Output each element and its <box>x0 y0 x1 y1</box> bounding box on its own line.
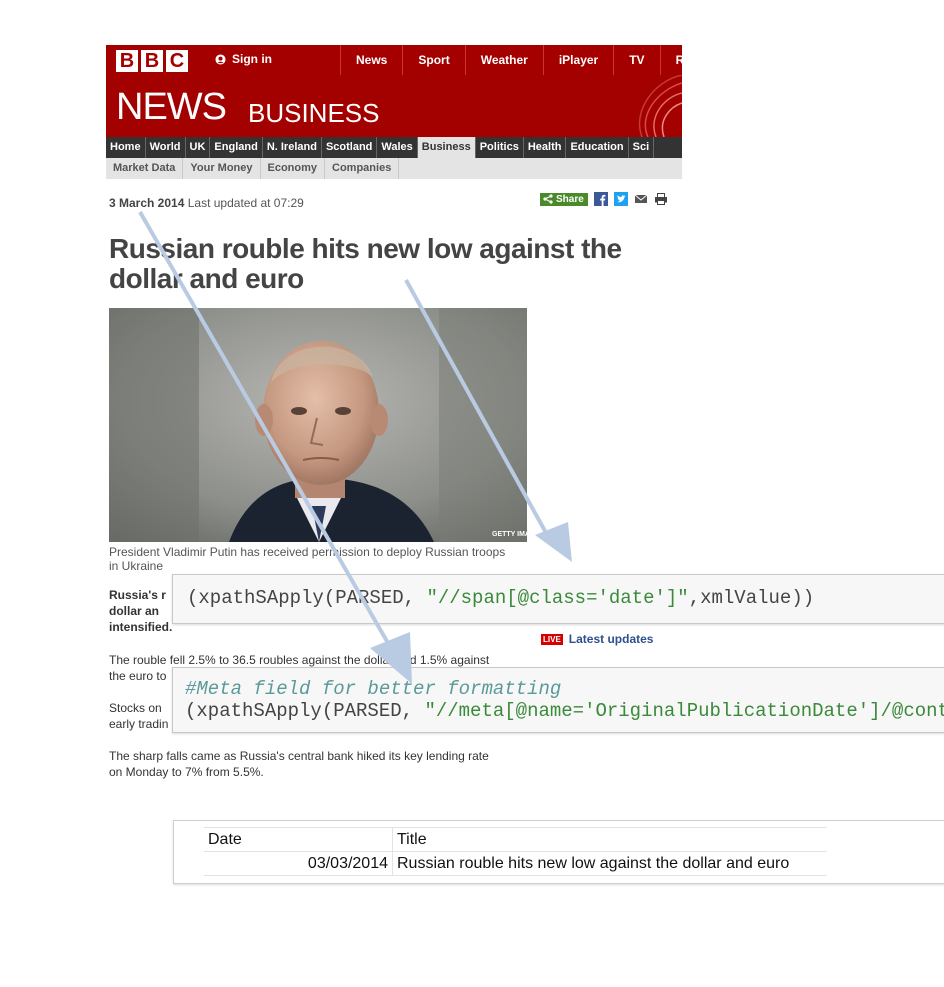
photo-caption: President Vladimir Putin has received pe… <box>109 545 529 573</box>
top-nav-iplayer[interactable]: iPlayer <box>542 45 613 75</box>
table-row: 03/03/2014 Russian rouble hits new low a… <box>204 851 827 876</box>
nav-england[interactable]: England <box>210 137 263 158</box>
table-header-row: Date Title <box>204 827 827 852</box>
column-header-title[interactable]: Title <box>392 827 827 852</box>
article-date: 3 March 2014 <box>109 196 185 210</box>
share-label: Share <box>556 193 584 205</box>
top-nav-news[interactable]: News <box>340 45 402 75</box>
dateline: 3 March 2014 Last updated at 07:29 <box>109 196 304 210</box>
subnav-your-money[interactable]: Your Money <box>183 158 261 179</box>
paragraph-line: on Monday to 7% from 5.5%. <box>109 765 264 779</box>
bbc-logo-letter: B <box>141 50 163 72</box>
result-table-panel: Date Title 03/03/2014 Russian rouble hit… <box>173 820 944 884</box>
caption-line: President Vladimir Putin has received pe… <box>109 545 506 559</box>
article-photo <box>109 308 527 542</box>
code-text: (xpathSApply(PARSED, <box>185 700 425 722</box>
main-nav: Home World UK England N. Ireland Scotlan… <box>106 137 682 158</box>
nav-science[interactable]: Sci <box>629 137 655 158</box>
bbc-logo-letter: B <box>116 50 138 72</box>
sub-nav: Market Data Your Money Economy Companies <box>106 158 682 179</box>
twitter-icon[interactable] <box>613 192 628 206</box>
paragraph-line: The rouble fell 2.5% to 36.5 roubles aga… <box>109 653 490 667</box>
nav-politics[interactable]: Politics <box>476 137 524 158</box>
portrait-image <box>109 308 527 542</box>
column-header-date[interactable]: Date <box>204 827 393 852</box>
bbc-logo[interactable]: B B C <box>116 50 188 72</box>
code-snippet-span-date: (xpathSApply(PARSED, "//span[@class='dat… <box>172 574 944 624</box>
top-nav-sport[interactable]: Sport <box>402 45 464 75</box>
sign-in-label: Sign in <box>232 52 272 66</box>
article-paragraph: The sharp falls came as Russia's central… <box>109 748 529 780</box>
table-cell-title[interactable]: Russian rouble hits new low against the … <box>392 851 827 876</box>
photo-credit: GETTY IMAGES <box>492 531 545 538</box>
code-string: "//span[@class='date']" <box>426 587 689 609</box>
user-icon <box>215 53 226 65</box>
paragraph-line: The sharp falls came as Russia's central… <box>109 749 489 763</box>
nav-education[interactable]: Education <box>566 137 629 158</box>
headline-line: Russian rouble hits new low against the <box>109 233 622 264</box>
nav-n-ireland[interactable]: N. Ireland <box>263 137 322 158</box>
code-string: "//meta[@name='OriginalPublicationDate']… <box>424 700 944 722</box>
live-badge: LIVE <box>541 633 563 645</box>
code-line: (xpathSApply(PARSED, "//meta[@name='Orig… <box>185 700 944 722</box>
share-icon <box>543 194 553 204</box>
code-line: (xpathSApply(PARSED, "//span[@class='dat… <box>187 587 814 609</box>
headline-line: dollar and euro <box>109 263 304 294</box>
table-cell-date[interactable]: 03/03/2014 <box>204 851 393 876</box>
live-updates-link[interactable]: LIVE Latest updates <box>541 632 653 646</box>
news-wordmark[interactable]: NEWS <box>116 86 227 129</box>
top-nav-weather[interactable]: Weather <box>464 45 543 75</box>
email-icon[interactable] <box>634 192 648 206</box>
code-comment: #Meta field for better formatting <box>185 678 562 700</box>
share-bar: Share <box>540 192 668 206</box>
section-title: BUSINESS <box>248 98 380 128</box>
share-button[interactable]: Share <box>540 192 588 206</box>
code-text: ,xmlValue)) <box>688 587 815 609</box>
code-snippet-meta-date: #Meta field for better formatting (xpath… <box>172 667 944 733</box>
nav-scotland[interactable]: Scotland <box>322 137 378 158</box>
nav-health[interactable]: Health <box>524 137 567 158</box>
subnav-companies[interactable]: Companies <box>325 158 400 179</box>
print-icon[interactable] <box>654 192 668 206</box>
nav-home[interactable]: Home <box>106 137 146 158</box>
nav-wales[interactable]: Wales <box>377 137 418 158</box>
subnav-economy[interactable]: Economy <box>261 158 326 179</box>
caption-line: in Ukraine <box>109 559 164 573</box>
subnav-market-data[interactable]: Market Data <box>106 158 184 179</box>
nav-world[interactable]: World <box>146 137 186 158</box>
nav-uk[interactable]: UK <box>186 137 211 158</box>
latest-updates-label: Latest updates <box>568 632 654 646</box>
result-table: Date Title 03/03/2014 Russian rouble hit… <box>204 827 827 876</box>
article-headline: Russian rouble hits new low against the … <box>109 234 669 294</box>
top-nav-tv[interactable]: TV <box>613 45 659 75</box>
code-text: (xpathSApply(PARSED, <box>187 587 427 609</box>
nav-business[interactable]: Business <box>417 137 476 158</box>
sign-in-link[interactable]: Sign in <box>215 52 272 66</box>
bbc-logo-letter: C <box>166 50 188 72</box>
top-nav: News Sport Weather iPlayer TV Ra <box>340 45 706 75</box>
top-nav-radio[interactable]: Ra <box>659 45 706 75</box>
last-updated: Last updated at 07:29 <box>187 196 304 210</box>
banner-swoosh-graphic <box>638 75 682 137</box>
facebook-icon[interactable] <box>593 192 608 206</box>
